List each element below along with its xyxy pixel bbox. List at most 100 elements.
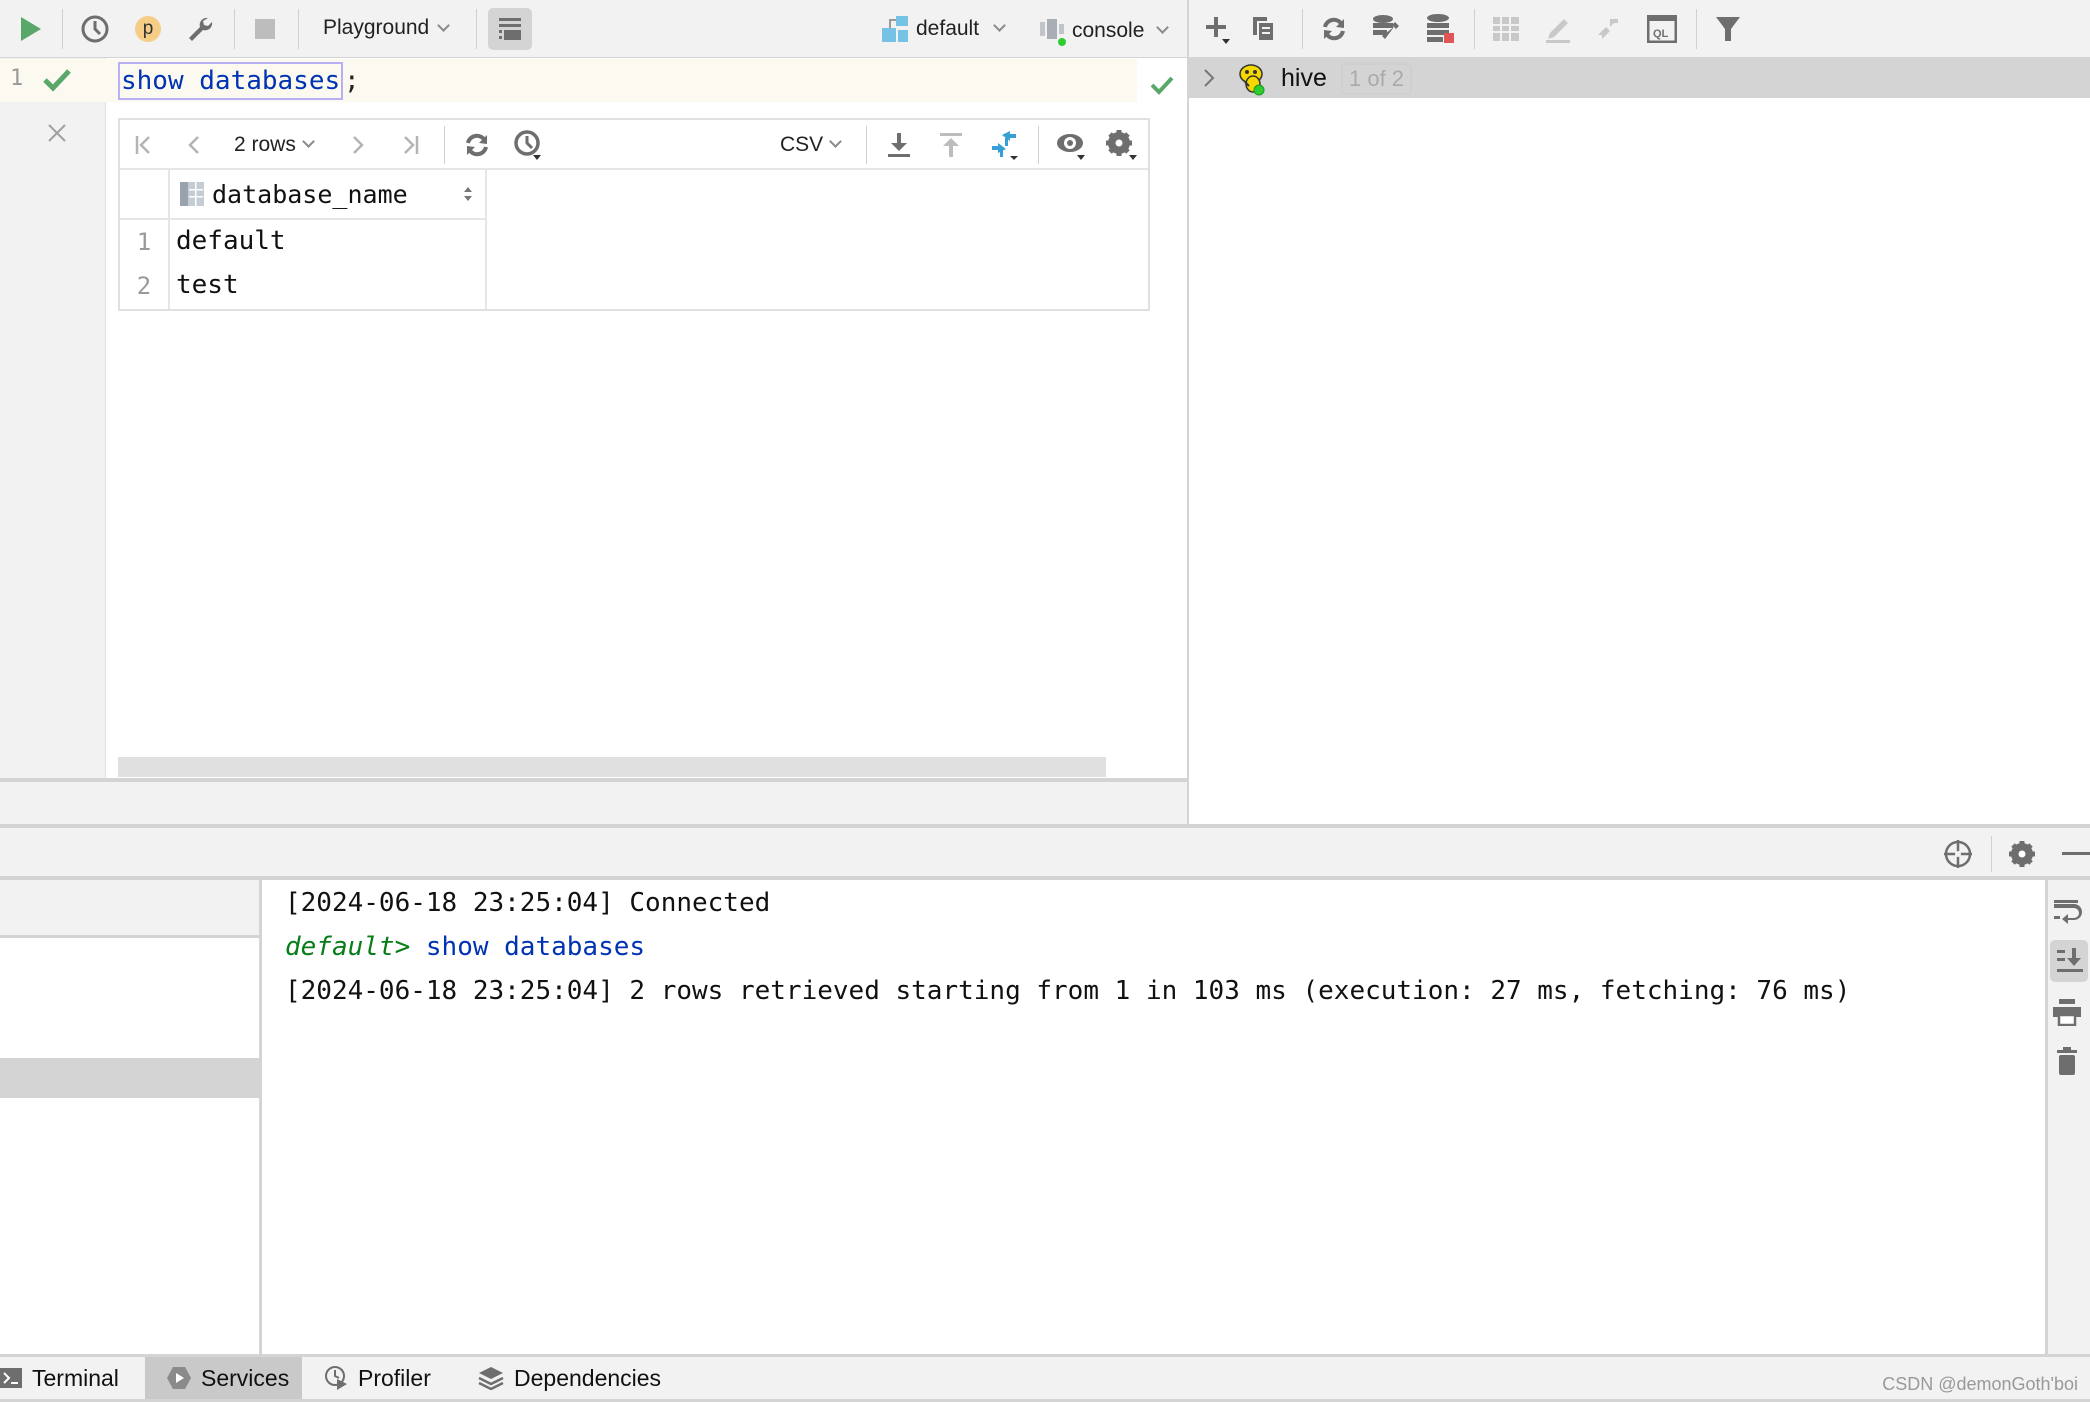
- row-count-label: 2 rows: [234, 133, 296, 156]
- upload-icon[interactable]: [934, 128, 968, 162]
- export-format-label: CSV: [780, 133, 824, 156]
- editor-gutter: [0, 58, 106, 778]
- mode-dropdown[interactable]: Playground: [323, 16, 451, 40]
- console-prompt: default>: [285, 932, 411, 962]
- stop-icon[interactable]: [247, 11, 283, 47]
- download-icon[interactable]: [882, 128, 916, 162]
- profiler-icon: [325, 1366, 347, 1390]
- output-table-icon[interactable]: [488, 8, 532, 50]
- trash-icon[interactable]: [2056, 1046, 2078, 1076]
- wrench-icon[interactable]: [182, 11, 218, 47]
- view-icon[interactable]: [1054, 128, 1090, 162]
- horizontal-scrollbar[interactable]: [118, 757, 1106, 777]
- column-header[interactable]: database_name: [168, 170, 487, 220]
- tree-node-badge: 1 of 2: [1341, 63, 1413, 95]
- chevron-down-icon: [437, 19, 451, 32]
- tool-window-bar: [0, 1354, 2090, 1402]
- console-timestamp: [2024-06-18 23:25:04]: [285, 976, 614, 1006]
- execution-success-icon: [42, 68, 72, 92]
- clock-icon[interactable]: [77, 11, 113, 47]
- mode-dropdown-label: Playground: [323, 16, 430, 39]
- last-page-icon[interactable]: [396, 128, 424, 162]
- compare-icon[interactable]: [986, 128, 1022, 162]
- close-icon[interactable]: [46, 122, 68, 144]
- row-number: 2: [136, 272, 152, 300]
- chevron-down-icon: [993, 18, 1006, 32]
- console-side-toolbar: [2045, 880, 2090, 1354]
- tree-node-hive[interactable]: hive 1 of 2: [1189, 58, 2090, 98]
- result-toolbar: 2 rows CSV: [120, 120, 1148, 170]
- database-explorer-toolbar: QL: [1188, 0, 2090, 58]
- svg-text:QL: QL: [1653, 28, 1669, 40]
- services-header: [0, 828, 2090, 880]
- copy-icon[interactable]: [1246, 11, 1282, 47]
- console-line: [2024-06-18 23:25:04] Connected: [285, 888, 770, 918]
- toolbar-divider: [1038, 126, 1039, 164]
- console-message: 2 rows retrieved starting from 1 in 103 …: [613, 976, 1851, 1006]
- reload-icon[interactable]: [460, 128, 494, 162]
- console-timestamp: [2024-06-18 23:25:04]: [285, 888, 614, 918]
- tab-label: Services: [201, 1364, 290, 1391]
- schema-dropdown[interactable]: default: [882, 16, 1006, 42]
- chevron-right-icon[interactable]: [1203, 68, 1215, 88]
- services-tree-selected-item[interactable]: [0, 1058, 259, 1098]
- print-icon[interactable]: [2052, 998, 2082, 1026]
- services-tree-toolbar: [0, 880, 259, 938]
- export-format-dropdown[interactable]: CSV: [780, 128, 843, 162]
- query-history-icon[interactable]: [512, 128, 546, 162]
- toolbar-divider: [1696, 9, 1697, 49]
- column-header-label: database_name: [212, 179, 408, 209]
- table-cell[interactable]: test: [176, 270, 239, 300]
- table-cell[interactable]: default: [176, 226, 286, 256]
- watermark: CSDN @demonGoth'boi: [1882, 1374, 2078, 1394]
- query-console-icon[interactable]: QL: [1644, 11, 1680, 47]
- toolbar-divider: [444, 126, 445, 164]
- tab-profiler[interactable]: Profiler: [324, 1357, 431, 1399]
- toolbar-divider: [866, 126, 867, 164]
- database-settings-icon[interactable]: [1368, 11, 1404, 47]
- console-line: [2024-06-18 23:25:04] 2 rows retrieved s…: [285, 976, 1850, 1006]
- toolbar-divider: [62, 9, 63, 49]
- sql-statement[interactable]: show databases: [118, 62, 344, 100]
- scroll-to-end-icon[interactable]: [2050, 940, 2088, 982]
- tab-dependencies[interactable]: Dependencies: [478, 1357, 661, 1399]
- profile-badge[interactable]: p: [130, 11, 166, 47]
- previous-page-icon[interactable]: [180, 128, 208, 162]
- console-command: show databases: [410, 932, 646, 962]
- row-count-dropdown[interactable]: 2 rows: [234, 128, 315, 162]
- schema-dropdown-label: default: [916, 17, 980, 40]
- gear-icon[interactable]: [1104, 128, 1140, 162]
- tab-label: Terminal: [32, 1364, 119, 1391]
- locate-icon[interactable]: [1942, 838, 1974, 870]
- database-stop-icon[interactable]: [1422, 11, 1458, 47]
- hive-icon: [1239, 64, 1265, 96]
- filter-icon[interactable]: [1710, 11, 1746, 47]
- chevron-down-icon: [301, 134, 315, 148]
- tab-terminal[interactable]: Terminal: [0, 1357, 133, 1399]
- profile-badge-label: p: [135, 16, 161, 42]
- tab-services[interactable]: Services: [145, 1357, 302, 1399]
- minimize-icon[interactable]: [2062, 852, 2090, 855]
- tree-node-label: hive: [1281, 64, 1327, 92]
- first-page-icon[interactable]: [130, 128, 158, 162]
- refresh-icon[interactable]: [1316, 11, 1352, 47]
- play-icon[interactable]: [12, 11, 48, 47]
- toolbar-divider: [476, 9, 477, 49]
- dependencies-icon: [478, 1367, 504, 1390]
- row-number: 1: [136, 228, 152, 256]
- gear-icon[interactable]: [2008, 840, 2036, 868]
- sort-icon[interactable]: [463, 186, 473, 202]
- edit-icon[interactable]: [1540, 11, 1576, 47]
- console-session-icon: [1040, 19, 1066, 46]
- next-page-icon[interactable]: [344, 128, 372, 162]
- column-icon: [180, 182, 204, 206]
- inspection-status[interactable]: [1137, 65, 1181, 105]
- row-number-header: [120, 170, 168, 220]
- jump-icon[interactable]: [1592, 11, 1628, 47]
- chevron-down-icon: [829, 134, 843, 148]
- soft-wrap-icon[interactable]: [2052, 896, 2082, 926]
- services-tree: [0, 880, 262, 1354]
- add-icon[interactable]: [1200, 11, 1236, 47]
- table-icon[interactable]: [1488, 11, 1524, 47]
- session-dropdown[interactable]: console: [1038, 16, 1170, 46]
